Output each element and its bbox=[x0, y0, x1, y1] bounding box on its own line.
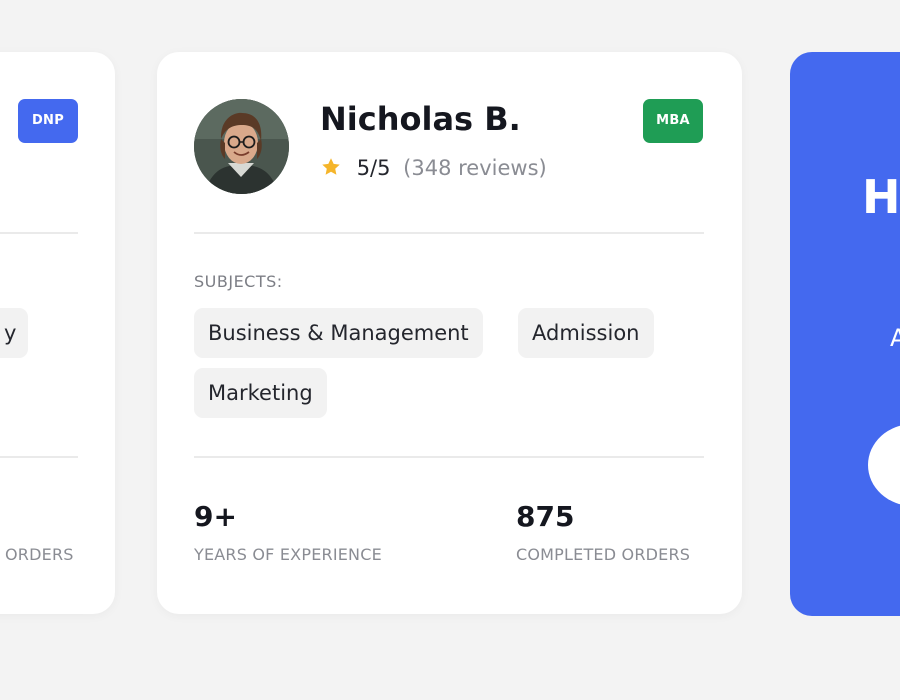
reviews-link[interactable]: (348 reviews) bbox=[403, 156, 547, 180]
divider bbox=[0, 232, 78, 234]
subjects-label: SUBJECTS: bbox=[194, 272, 283, 291]
writer-card-left[interactable]: DNP y ORDERS bbox=[0, 52, 115, 614]
divider bbox=[194, 456, 704, 458]
subject-tag: Admission bbox=[518, 308, 654, 358]
stat-label: ORDERS bbox=[5, 545, 74, 564]
experience-value: 9+ bbox=[194, 500, 237, 533]
subject-tag: y bbox=[0, 308, 29, 358]
degree-badge: MBA bbox=[643, 99, 703, 143]
writer-name: Nicholas B. bbox=[320, 100, 521, 138]
rating-score: 5/5 bbox=[356, 156, 391, 180]
divider bbox=[194, 232, 704, 234]
page: DNP y ORDERS Nicholas B. 5/5 (348 review… bbox=[0, 0, 900, 700]
cta-subtext: A bbox=[890, 324, 900, 352]
divider bbox=[0, 456, 78, 458]
experience-label: YEARS OF EXPERIENCE bbox=[194, 545, 382, 564]
subject-tag: Business & Management bbox=[194, 308, 483, 358]
subject-tag: Marketing bbox=[194, 368, 327, 418]
orders-label: COMPLETED ORDERS bbox=[516, 545, 691, 564]
cta-heading: H bbox=[862, 170, 900, 224]
star-icon bbox=[322, 158, 340, 175]
degree-badge: DNP bbox=[18, 99, 78, 143]
avatar bbox=[194, 99, 289, 194]
cta-card[interactable]: H A bbox=[790, 52, 900, 616]
cta-button[interactable] bbox=[868, 424, 900, 506]
avatar-photo bbox=[194, 99, 289, 194]
orders-value: 875 bbox=[516, 500, 575, 533]
writer-card[interactable]: Nicholas B. 5/5 (348 reviews) MBA SUBJEC… bbox=[157, 52, 742, 614]
rating: 5/5 (348 reviews) bbox=[320, 156, 547, 180]
